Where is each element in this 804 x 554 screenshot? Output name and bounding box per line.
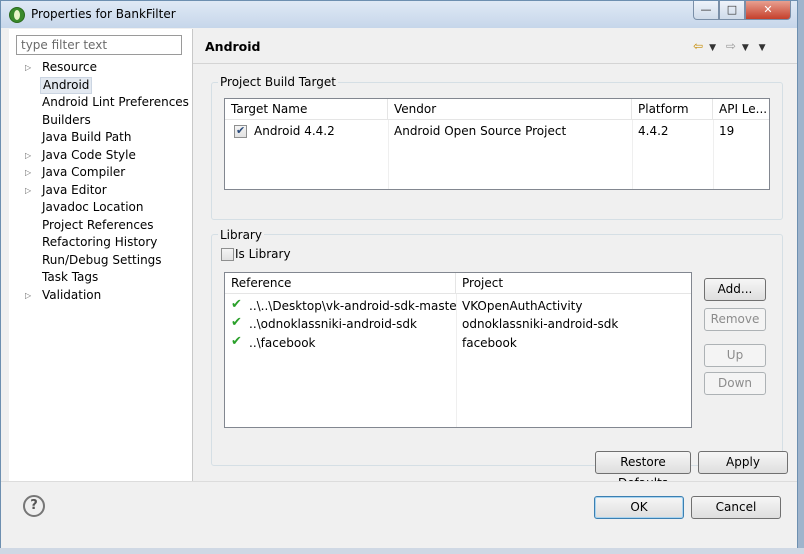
column-header[interactable]: Vendor: [388, 99, 632, 120]
close-button[interactable]: ✕: [745, 1, 791, 20]
properties-dialog: Properties for BankFilter — □ ✕ ▷ Resourc…: [0, 0, 798, 548]
tree-item-java-code-style[interactable]: ▷ Java Code Style: [9, 147, 193, 165]
check-icon: ✔: [231, 334, 242, 349]
header-divider: [193, 63, 797, 64]
project-cell: odnoklassniki-android-sdk: [462, 317, 619, 331]
help-icon[interactable]: ?: [23, 495, 45, 517]
tree-item-label: Validation: [42, 287, 102, 302]
tree-item-task-tags[interactable]: Task Tags: [9, 269, 193, 287]
build-target-group: Project Build Target Target Name Vendor …: [211, 75, 783, 220]
dialog-button-bar: ? OK Cancel: [1, 481, 797, 548]
tree-item-java-compiler[interactable]: ▷ Java Compiler: [9, 164, 193, 182]
cancel-button[interactable]: Cancel: [691, 496, 781, 519]
tree-item-android-lint[interactable]: Android Lint Preferences: [9, 94, 193, 112]
library-group: Library Is Library Reference Project ✔ .…: [211, 228, 783, 466]
tree-item-builders[interactable]: Builders: [9, 112, 193, 130]
reference-cell: ..\facebook: [249, 336, 316, 350]
back-arrow-icon[interactable]: ⇦: [693, 39, 703, 53]
maximize-button[interactable]: □: [719, 1, 745, 20]
title-bar[interactable]: Properties for BankFilter — □ ✕: [1, 1, 797, 28]
property-tree: ▷ Resource Android Android Lint Preferenc…: [9, 59, 193, 304]
forward-arrow-icon[interactable]: ⇨: [726, 39, 736, 53]
tree-item-label: Android: [40, 76, 93, 94]
tree-item-label: Java Editor: [42, 182, 107, 197]
add-button[interactable]: Add...: [704, 278, 766, 301]
tree-item-label: Java Compiler: [42, 165, 126, 179]
tree-item-java-editor[interactable]: ▷ Java Editor: [9, 182, 193, 200]
reference-cell: ..\..\Desktop\vk-android-sdk-master...: [249, 299, 456, 313]
tree-item-project-references[interactable]: Project References: [9, 217, 193, 235]
target-name-cell: Android 4.4.2: [254, 124, 335, 138]
view-menu-icon[interactable]: ▼: [759, 43, 766, 53]
column-header[interactable]: Reference: [225, 273, 456, 294]
back-dropdown-icon[interactable]: ▼: [709, 43, 716, 53]
project-cell: VKOpenAuthActivity: [462, 299, 583, 313]
library-reference-table[interactable]: Reference Project ✔ ..\..\Desktop\vk-and…: [224, 272, 692, 428]
property-page: Android ⇦ ▼ ⇨ ▼ ▼ Project Build Target Tar…: [193, 29, 797, 490]
tree-item-validation[interactable]: ▷ Validation: [9, 287, 193, 305]
tree-item-label: Javadoc Location: [42, 200, 144, 214]
remove-button[interactable]: Remove: [704, 308, 766, 331]
tree-item-android[interactable]: Android: [9, 76, 193, 95]
tree-item-label: Resource: [42, 60, 98, 74]
check-icon: ✔: [231, 297, 242, 312]
reference-cell: ..\odnoklassniki-android-sdk: [249, 317, 417, 331]
tree-item-label: Refactoring History: [42, 235, 158, 249]
column-header[interactable]: Project: [456, 273, 691, 294]
tree-item-label: Run/Debug Settings: [42, 252, 162, 267]
expand-arrow-icon[interactable]: ▷: [25, 287, 31, 304]
up-button[interactable]: Up: [704, 344, 766, 367]
tree-item-run-debug-settings[interactable]: Run/Debug Settings: [9, 252, 193, 270]
tree-item-java-build-path[interactable]: Java Build Path: [9, 129, 193, 147]
page-navigation: ⇦ ▼ ⇨ ▼ ▼: [693, 39, 772, 53]
expand-arrow-icon[interactable]: ▷: [25, 59, 31, 76]
vendor-cell: Android Open Source Project: [394, 124, 567, 138]
project-cell: facebook: [462, 336, 517, 350]
filter-input[interactable]: [16, 35, 182, 55]
apply-button[interactable]: Apply: [698, 451, 788, 474]
tree-item-label: Android Lint Preferences: [42, 95, 189, 109]
tree-item-label: Java Build Path: [42, 130, 132, 144]
tree-item-label: Project References: [42, 217, 154, 232]
is-library-label[interactable]: Is Library: [229, 246, 291, 262]
ok-button[interactable]: OK: [594, 496, 684, 519]
navigation-pane: ▷ Resource Android Android Lint Preferenc…: [9, 29, 193, 481]
tree-item-label: Task Tags: [42, 270, 99, 284]
eclipse-icon: [9, 7, 25, 23]
tree-item-javadoc-location[interactable]: Javadoc Location: [9, 199, 193, 217]
window-title: Properties for BankFilter: [31, 7, 176, 21]
column-header[interactable]: Platform: [632, 99, 713, 120]
platform-cell: 4.4.2: [638, 124, 669, 138]
page-title: Android: [205, 39, 261, 54]
expand-arrow-icon[interactable]: ▷: [25, 164, 31, 181]
down-button[interactable]: Down: [704, 372, 766, 395]
expand-arrow-icon[interactable]: ▷: [25, 147, 31, 164]
tree-item-label: Java Code Style: [42, 147, 136, 162]
column-header[interactable]: Target Name: [225, 99, 388, 120]
restore-defaults-button[interactable]: Restore Defaults: [595, 451, 691, 490]
check-icon: ✔: [231, 315, 242, 330]
minimize-button[interactable]: —: [693, 1, 719, 20]
forward-dropdown-icon[interactable]: ▼: [742, 43, 749, 53]
taskbar: [0, 548, 804, 554]
group-label: Project Build Target: [218, 75, 338, 89]
tree-item-resource[interactable]: ▷ Resource: [9, 59, 193, 77]
build-target-table[interactable]: Target Name Vendor Platform API Le... An…: [224, 98, 770, 190]
expand-arrow-icon[interactable]: ▷: [25, 182, 31, 199]
target-checkbox[interactable]: [234, 124, 247, 138]
group-label: Library: [218, 228, 264, 242]
tree-item-label: Builders: [42, 112, 91, 127]
api-level-cell: 19: [719, 124, 735, 138]
column-header[interactable]: API Le...: [713, 99, 769, 120]
tree-item-refactoring-history[interactable]: Refactoring History: [9, 234, 193, 252]
